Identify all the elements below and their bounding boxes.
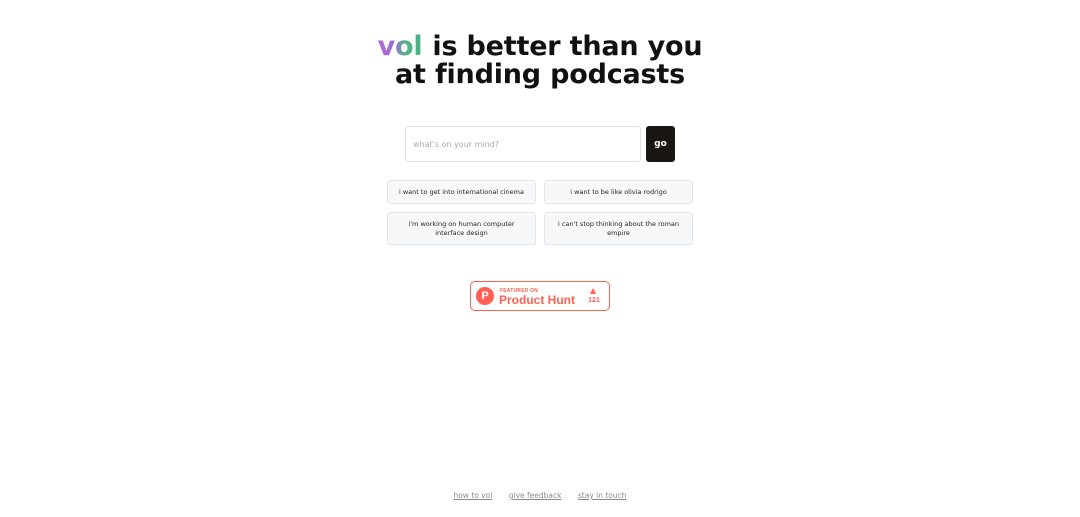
footer-link-how-to[interactable]: how to vol [453,491,492,500]
upvote-arrow-icon [590,288,596,294]
headline-line-1: vol is better than you [0,33,1080,61]
headline-line-1-text: is better than you [432,31,703,62]
footer-link-stay-in-touch[interactable]: stay in touch [578,491,627,500]
upvote-count: 121 [588,297,600,304]
search-bar: go [405,126,675,162]
suggestion-chip[interactable]: i want to get into international cinema [387,180,536,204]
search-input[interactable] [405,126,641,162]
suggestion-chip[interactable]: i want to be like olivia rodrigo [544,180,693,204]
headline-line-2: at finding podcasts [395,59,685,90]
product-hunt-name: Product Hunt [499,293,575,307]
go-button[interactable]: go [646,126,675,162]
suggestion-chip[interactable]: i'm working on human computer interface … [387,212,536,245]
page: vol is better than you at finding podcast… [0,0,1080,517]
product-hunt-logo-icon: P [476,287,494,305]
product-hunt-badge[interactable]: P FEATURED ON Product Hunt 121 [470,281,610,311]
brand-logo-text: vol [377,31,423,62]
footer-links: how to vol give feedback stay in touch [0,491,1080,500]
footer-link-feedback[interactable]: give feedback [509,491,562,500]
page-headline: vol is better than you at finding podcast… [0,33,1080,89]
suggestion-chip[interactable]: i can't stop thinking about the roman em… [544,212,693,245]
